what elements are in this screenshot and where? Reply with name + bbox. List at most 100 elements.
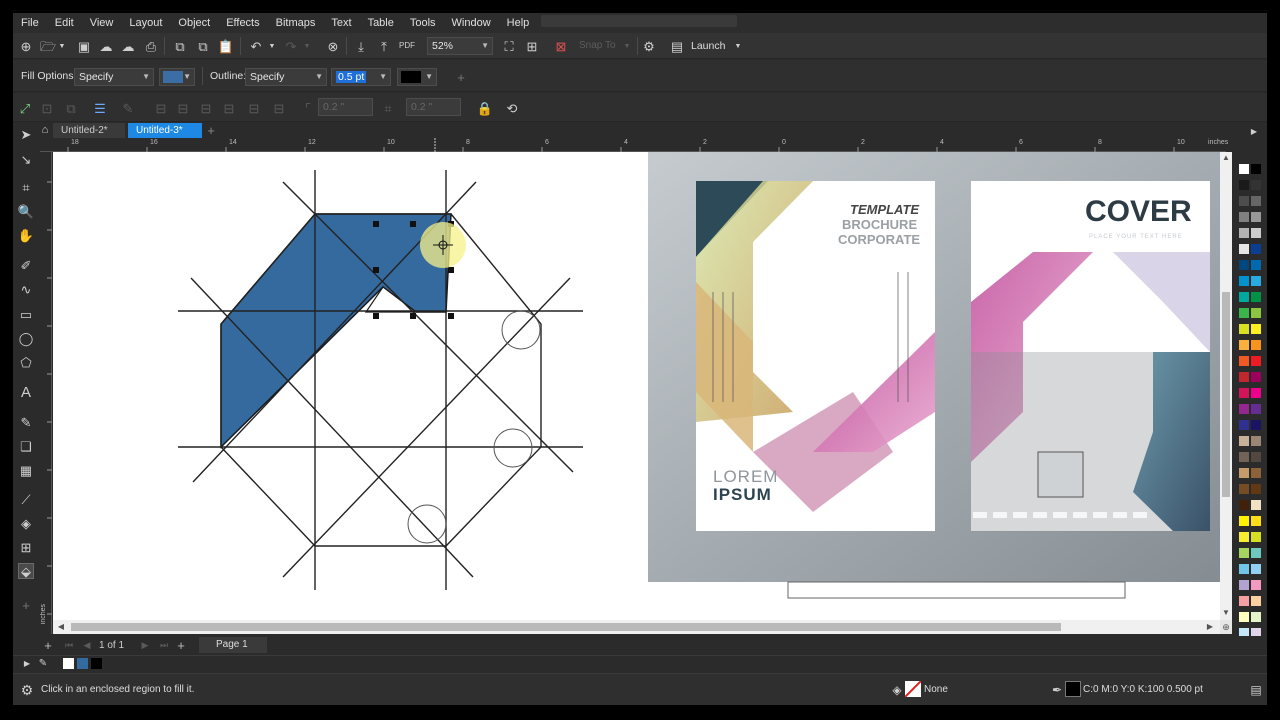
vertical-ruler[interactable]: inches (39, 152, 52, 634)
palette-expand-icon[interactable]: ▶ (19, 656, 35, 672)
redo-icon[interactable]: ↷ (283, 38, 299, 54)
palette-swatch[interactable] (1251, 388, 1261, 398)
palette-swatch[interactable] (1251, 420, 1261, 430)
node-edit-icon[interactable]: ⤢ (17, 100, 33, 116)
palette-swatch[interactable] (1251, 500, 1261, 510)
palette-swatch[interactable] (1239, 228, 1249, 238)
palette-swatch[interactable] (1251, 468, 1261, 478)
add-page-icon[interactable]: + (40, 637, 56, 653)
palette-swatch[interactable] (1239, 388, 1249, 398)
add-page-after-icon[interactable]: + (173, 637, 189, 653)
scroll-down-icon[interactable]: ▼ (1220, 607, 1232, 619)
palette-swatch[interactable] (1251, 164, 1261, 174)
scroll-left-icon[interactable]: ◀ (55, 620, 67, 634)
palette-swatch[interactable] (1251, 580, 1261, 590)
palette-swatch[interactable] (1251, 260, 1261, 270)
palette-swatch[interactable] (1251, 276, 1261, 286)
previous-page-icon[interactable]: ◀ (79, 637, 95, 653)
rulers-icon[interactable]: ⊞ (524, 38, 540, 54)
menu-help[interactable]: Help (507, 17, 530, 29)
palette-swatch[interactable] (1239, 468, 1249, 478)
add-tool-icon[interactable]: + (18, 597, 34, 613)
palette-swatch[interactable] (1251, 244, 1261, 254)
scroll-right-icon[interactable]: ▶ (1204, 620, 1216, 634)
palette-swatch[interactable] (1239, 548, 1249, 558)
new-document-icon[interactable]: ⊕ (18, 38, 34, 54)
palette-swatch[interactable] (1239, 180, 1249, 190)
palette-swatch[interactable] (1251, 548, 1261, 558)
palette-swatch[interactable] (1239, 292, 1249, 302)
gear-icon[interactable]: ⚙ (641, 38, 657, 54)
menu-object[interactable]: Object (178, 17, 210, 29)
palette-swatch[interactable] (1251, 308, 1261, 318)
corner-radius-input-1[interactable]: 0.2 " (318, 98, 373, 116)
menu-edit[interactable]: Edit (55, 17, 74, 29)
launch-button[interactable]: Launch (691, 40, 725, 52)
palette-swatch[interactable] (1239, 420, 1249, 430)
palette-swatch[interactable] (1251, 484, 1261, 494)
palette-swatch[interactable] (1251, 196, 1261, 206)
snap-off-icon[interactable]: ⊠ (553, 38, 569, 54)
launch-dropdown-icon[interactable]: ▼ (730, 38, 746, 54)
palette-swatch[interactable] (1239, 260, 1249, 270)
full-screen-icon[interactable]: ⛶ (501, 38, 517, 54)
palette-swatch[interactable] (1239, 484, 1249, 494)
palette-swatch[interactable] (1239, 356, 1249, 366)
palette-swatch[interactable] (1251, 452, 1261, 462)
export-icon[interactable]: ⤒ (376, 38, 392, 54)
undo-icon[interactable]: ↶ (248, 38, 264, 54)
palette-swatch[interactable] (1251, 324, 1261, 334)
snap-to-label[interactable]: Snap To (579, 40, 616, 51)
menu-file[interactable]: File (21, 17, 39, 29)
palette-swatch[interactable] (1251, 516, 1261, 526)
palette-swatch[interactable] (1251, 212, 1261, 222)
menu-table[interactable]: Table (368, 17, 394, 29)
mesh-fill-icon[interactable]: ⊞ (18, 539, 34, 555)
snap-dropdown-icon[interactable]: ▼ (619, 38, 635, 54)
zoom-level-combo[interactable]: 52% ▼ (427, 37, 493, 55)
none-swatch[interactable] (63, 658, 74, 669)
corner-icon[interactable]: ⊟ (271, 100, 287, 116)
first-page-icon[interactable]: ⏮ (61, 637, 77, 653)
pen-icon[interactable]: ✎ (120, 100, 136, 116)
new-tab-icon[interactable]: + (204, 123, 218, 137)
doc-color-swatch-black[interactable] (91, 658, 102, 669)
shape-tool-icon[interactable]: ↘ (18, 151, 34, 167)
tab-untitled-2[interactable]: Untitled-2* (53, 123, 125, 138)
save-icon[interactable]: ▣ (76, 38, 92, 54)
palette-swatch[interactable] (1239, 164, 1249, 174)
drop-shadow-icon[interactable]: ❏ (18, 438, 34, 454)
palette-swatch[interactable] (1239, 372, 1249, 382)
drawing-canvas[interactable]: TEMPLATE BROCHURE CORPORATE LOREM IPSUM … (53, 152, 1220, 620)
docker-expand-icon[interactable]: ▶ (1249, 126, 1259, 138)
undo-dropdown-icon[interactable]: ▼ (264, 38, 280, 54)
palette-swatch[interactable] (1239, 612, 1249, 622)
rectangle-tool-icon[interactable]: ▭ (18, 306, 34, 322)
palette-swatch[interactable] (1239, 500, 1249, 510)
palette-swatch[interactable] (1239, 340, 1249, 350)
palette-swatch[interactable] (1239, 596, 1249, 606)
print-icon[interactable]: ⎙ (143, 38, 159, 54)
next-page-icon[interactable]: ▶ (137, 637, 153, 653)
import-icon[interactable]: ⤓ (353, 38, 369, 54)
scroll-up-icon[interactable]: ▲ (1220, 152, 1232, 164)
paste-icon[interactable]: 📋 (218, 38, 234, 54)
fill-options-combo[interactable]: Specify ▼ (74, 68, 154, 86)
fill-indicator-icon[interactable]: ◈ (889, 682, 905, 698)
artistic-media-icon[interactable]: ∿ (18, 281, 34, 297)
arrange-icon[interactable]: ⊟ (198, 100, 214, 116)
order-icon[interactable]: ⊟ (221, 100, 237, 116)
launch-icon[interactable]: ▤ (669, 38, 685, 54)
menu-tools[interactable]: Tools (410, 17, 436, 29)
palette-swatch[interactable] (1239, 452, 1249, 462)
palette-swatch[interactable] (1251, 292, 1261, 302)
outline-color-picker[interactable]: ▼ (397, 68, 437, 86)
lock-icon[interactable]: 🔒 (477, 100, 493, 116)
palette-swatch[interactable] (1251, 564, 1261, 574)
palette-swatch[interactable] (1239, 564, 1249, 574)
layers-icon[interactable]: ☰ (92, 100, 108, 116)
object-icon[interactable]: ⊡ (39, 100, 55, 116)
distribute-icon[interactable]: ⊟ (175, 100, 191, 116)
menu-window[interactable]: Window (452, 17, 491, 29)
palette-swatch[interactable] (1251, 612, 1261, 622)
